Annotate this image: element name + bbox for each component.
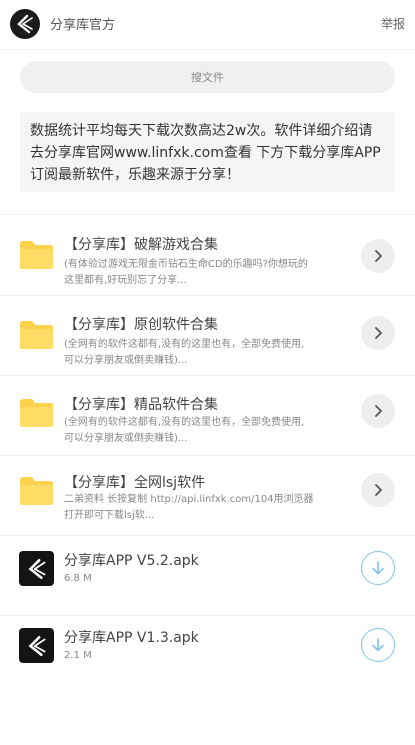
folder-icon	[20, 241, 53, 269]
search-input[interactable]	[20, 61, 395, 93]
file-size: 2.1 M	[64, 650, 92, 661]
folder-title: 【分享库】全网lsj软件	[64, 475, 206, 491]
file-name: 分享库APP V1.3.apk	[64, 630, 199, 646]
folder-item-original-software[interactable]: 【分享库】原创软件合集 (全网有的软件这都有,没有的这里也有，全部免费使用,可以…	[0, 296, 415, 376]
folder-item-lsj-software[interactable]: 【分享库】全网lsj软件 二弟资料 长按复制 http://api.linfxk…	[0, 456, 415, 536]
folder-icon	[20, 399, 53, 427]
download-icon[interactable]	[361, 551, 395, 585]
file-item-apk-v5-2[interactable]: 分享库APP V5.2.apk 6.8 M	[0, 536, 415, 616]
folder-item-cracked-games[interactable]: 【分享库】破解游戏合集 (有体验过游戏无限金币钻石生命CD的乐趣吗?你想玩的这里…	[0, 216, 415, 296]
file-item-apk-v1-3[interactable]: 分享库APP V1.3.apk 2.1 M	[0, 616, 415, 696]
chevron-right-icon[interactable]	[361, 394, 395, 428]
download-icon[interactable]	[361, 628, 395, 662]
folder-description: (全网有的软件这都有,没有的这里也有，全部免费使用,可以分享朋友或倒卖赚钱)..…	[64, 417, 305, 444]
folder-title: 【分享库】原创软件合集	[64, 317, 218, 333]
logo-icon	[10, 9, 40, 39]
file-name: 分享库APP V5.2.apk	[64, 553, 199, 569]
app-header: 分享库官方 举报	[0, 0, 415, 50]
app-logo-icon	[19, 628, 54, 663]
page-title: 分享库官方	[50, 18, 116, 33]
folder-title: 【分享库】破解游戏合集	[64, 237, 218, 253]
folder-description: (全网有的软件这都有,没有的这里也有，全部免费使用,可以分享朋友或倒卖赚钱)..…	[64, 339, 305, 366]
file-size: 6.8 M	[64, 573, 92, 584]
section-divider	[0, 214, 415, 215]
chevron-right-icon[interactable]	[361, 473, 395, 507]
chevron-right-icon[interactable]	[361, 239, 395, 273]
report-link[interactable]: 举报	[381, 15, 405, 32]
folder-title: 【分享库】精品软件合集	[64, 397, 218, 413]
folder-description: (有体验过游戏无限金币钻石生命CD的乐趣吗?你想玩的这里都有,好玩别忘了分享..…	[64, 259, 308, 286]
folder-icon	[20, 321, 53, 349]
chevron-right-icon[interactable]	[361, 316, 395, 350]
app-logo-icon	[19, 551, 54, 586]
folder-description: 二弟资料 长按复制 http://api.linfxk.com/104用浏览器打…	[64, 494, 314, 521]
folder-icon	[20, 477, 53, 505]
folder-item-premium-software[interactable]: 【分享库】精品软件合集 (全网有的软件这都有,没有的这里也有，全部免费使用,可以…	[0, 376, 415, 456]
notice-text: 数据统计平均每天下载次数高达2w次。软件详细介绍请去分享库官网www.linfx…	[20, 112, 395, 192]
